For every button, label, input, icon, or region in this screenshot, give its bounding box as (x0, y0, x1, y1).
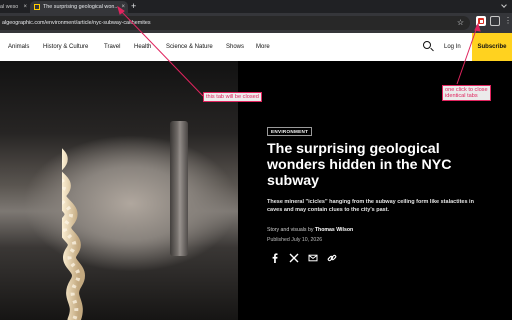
link-icon[interactable] (327, 253, 337, 263)
tab-close-icon[interactable]: × (20, 4, 30, 10)
bookmark-star-icon[interactable]: ☆ (457, 16, 464, 30)
login-link[interactable]: Log In (444, 33, 461, 61)
annotation-one-click: one click to close identical tabs (442, 85, 491, 102)
annotation-tab-closed: this tab will be closed (203, 92, 262, 102)
byline-prefix: Story and visuals by (267, 227, 314, 233)
article-dek: These mineral "icicles" hanging from the… (267, 199, 474, 213)
nav-item-science-nature[interactable]: Science & Nature (166, 33, 213, 61)
tab-previous[interactable]: al weso × (0, 1, 30, 13)
x-icon[interactable] (289, 253, 299, 263)
nav-item-travel[interactable]: Travel (104, 33, 120, 61)
natgeo-favicon-icon (34, 4, 40, 10)
search-icon[interactable] (423, 41, 431, 49)
facebook-icon[interactable] (270, 253, 280, 263)
tab-close-icon[interactable]: × (118, 4, 128, 10)
tab-strip: al weso × The surprising geological won.… (0, 0, 512, 13)
nav-item-shows[interactable]: Shows (226, 33, 244, 61)
article-kicker-tag[interactable]: ENVIRONMENT (267, 127, 313, 136)
browser-toolbar: algeographic.com/environment/article/nyc… (0, 13, 512, 33)
extensions-puzzle-icon[interactable] (490, 16, 500, 26)
tab-title: The surprising geological won... (43, 4, 119, 10)
author-link[interactable]: Thomas Wilson (315, 227, 353, 233)
nav-item-health[interactable]: Health (134, 33, 151, 61)
url-text: algeographic.com/environment/article/nyc… (2, 20, 151, 26)
new-tab-button[interactable]: + (131, 1, 136, 12)
close-duplicate-tabs-extension-icon[interactable] (476, 16, 486, 26)
nav-item-more[interactable]: More (256, 33, 270, 61)
subscribe-button[interactable]: Subscribe (472, 33, 512, 61)
article-byline: Story and visuals by Thomas Wilson (267, 227, 353, 233)
tab-title: al weso (0, 4, 19, 10)
nav-item-history-culture[interactable]: History & Culture (43, 33, 88, 61)
browser-menu-icon[interactable]: ⋮ (504, 16, 512, 26)
site-nav: Animals History & Culture Travel Health … (0, 33, 512, 61)
tab-active[interactable]: The surprising geological won... × (30, 1, 128, 13)
published-date: Published July 10, 2026 (267, 237, 323, 243)
nav-item-animals[interactable]: Animals (8, 33, 29, 61)
email-icon[interactable] (308, 253, 318, 263)
article-headline: The surprising geological wonders hidden… (267, 141, 452, 189)
address-bar[interactable]: algeographic.com/environment/article/nyc… (0, 16, 470, 30)
tab-search-chevron-icon[interactable] (501, 2, 507, 8)
